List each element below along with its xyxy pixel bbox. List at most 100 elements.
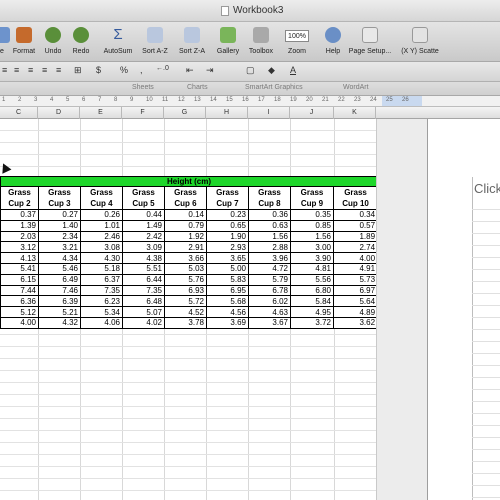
table-cell[interactable]: 3.72	[290, 316, 334, 329]
toolbox-button[interactable]: Toolbox	[245, 22, 277, 62]
table-cell[interactable]: 4.32	[38, 316, 81, 329]
table-cell[interactable]: 3.66	[164, 252, 207, 264]
table-cell[interactable]: 6.44	[122, 273, 165, 286]
column-header-cell[interactable]: Grass Cup 6	[164, 186, 207, 210]
table-cell[interactable]: 5.12	[0, 306, 39, 318]
table-cell[interactable]: 0.57	[332, 219, 379, 232]
indent-decrease-icon[interactable]: ⇤	[186, 65, 194, 76]
table-cell[interactable]: 1.90	[206, 230, 249, 243]
scatter-chart-button[interactable]: (X Y) Scatte	[397, 22, 443, 62]
table-cell[interactable]: 0.27	[38, 209, 81, 221]
table-cell[interactable]: 6.80	[290, 284, 334, 297]
table-cell[interactable]: 5.18	[80, 262, 123, 275]
percent-button[interactable]: %	[120, 65, 128, 75]
table-cell[interactable]: 6.15	[0, 273, 39, 286]
table-cell[interactable]: 0.79	[164, 219, 207, 232]
help-button[interactable]: Help	[323, 22, 343, 62]
table-cell[interactable]: 3.65	[206, 252, 249, 264]
table-cell[interactable]: 5.56	[290, 273, 334, 286]
table-cell[interactable]: 3.96	[248, 252, 291, 264]
tab-sheets[interactable]: Sheets	[132, 84, 154, 91]
table-title[interactable]: Height (cm)	[0, 176, 379, 187]
align-icon[interactable]: ≡	[2, 65, 7, 75]
table-cell[interactable]: 7.44	[0, 284, 39, 297]
fill-color-icon[interactable]: ◆	[268, 65, 275, 76]
align-center-icon[interactable]: ≡	[28, 65, 33, 75]
column-header-cell[interactable]: Grass Cup 8	[248, 186, 291, 210]
table-cell[interactable]: 5.46	[38, 262, 81, 275]
table-cell[interactable]: 0.14	[164, 209, 207, 221]
column-header[interactable]: H	[206, 107, 248, 119]
table-cell[interactable]: 7.35	[80, 284, 123, 297]
table-cell[interactable]: 2.42	[122, 230, 165, 243]
justify-icon[interactable]: ≡	[56, 65, 61, 75]
table-cell[interactable]: 4.00	[332, 252, 379, 264]
table-cell[interactable]: 6.37	[80, 273, 123, 286]
column-header-cell[interactable]: Grass Cup 4	[80, 186, 123, 210]
table-cell[interactable]: 3.90	[290, 252, 334, 264]
table-cell[interactable]: 2.93	[206, 241, 249, 254]
table-cell[interactable]: 0.63	[248, 219, 291, 232]
table-cell[interactable]: 4.52	[164, 306, 207, 318]
table-cell[interactable]: 0.85	[290, 219, 334, 232]
table-cell[interactable]: 2.34	[38, 230, 81, 243]
table-cell[interactable]: 5.21	[38, 306, 81, 318]
column-header-cell[interactable]: Grass Cup 10	[332, 186, 379, 210]
table-cell[interactable]: 0.44	[122, 209, 165, 221]
column-header[interactable]: G	[164, 107, 206, 119]
table-cell[interactable]: 3.62	[332, 316, 379, 329]
table-cell[interactable]: 3.12	[0, 241, 39, 254]
table-cell[interactable]: 0.26	[80, 209, 123, 221]
redo-button[interactable]: Redo	[68, 22, 94, 62]
column-header-cell[interactable]: Grass Cup 5	[122, 186, 165, 210]
table-cell[interactable]: 5.34	[80, 306, 123, 318]
table-cell[interactable]: 2.88	[248, 241, 291, 254]
table-cell[interactable]: 5.41	[0, 262, 39, 275]
table-cell[interactable]: 4.89	[332, 306, 379, 318]
column-header[interactable]: F	[122, 107, 164, 119]
sort-za-button[interactable]: Sort Z-A	[174, 22, 210, 62]
table-cell[interactable]: 1.49	[122, 219, 165, 232]
column-header[interactable]: I	[248, 107, 290, 119]
format-button[interactable]: Format	[10, 22, 38, 62]
table-cell[interactable]: 5.64	[332, 295, 379, 308]
table-cell[interactable]: 4.95	[290, 306, 334, 318]
column-header-cell[interactable]: Grass Cup 2	[0, 186, 39, 210]
table-cell[interactable]: 0.23	[206, 209, 249, 221]
column-header[interactable]: C	[0, 107, 38, 119]
side-page-text[interactable]: Click	[474, 181, 500, 196]
table-cell[interactable]: 3.67	[248, 316, 291, 329]
table-cell[interactable]: 4.72	[248, 262, 291, 275]
align-left-icon[interactable]: ≡	[14, 65, 19, 75]
align-right-icon[interactable]: ≡	[42, 65, 47, 75]
table-cell[interactable]: 0.65	[206, 219, 249, 232]
table-cell[interactable]: 4.63	[248, 306, 291, 318]
decimal-button[interactable]: ←.0	[156, 65, 169, 72]
table-cell[interactable]: 1.56	[248, 230, 291, 243]
table-cell[interactable]: 5.76	[164, 273, 207, 286]
table-cell[interactable]: 1.01	[80, 219, 123, 232]
table-cell[interactable]: 5.07	[122, 306, 165, 318]
comma-button[interactable]: ,	[140, 65, 143, 75]
table-cell[interactable]: 5.83	[206, 273, 249, 286]
table-cell[interactable]: 6.78	[248, 284, 291, 297]
table-cell[interactable]: 1.89	[332, 230, 379, 243]
table-cell[interactable]: 5.73	[332, 273, 379, 286]
table-cell[interactable]: 1.92	[164, 230, 207, 243]
table-cell[interactable]: 2.74	[332, 241, 379, 254]
tab-wordart[interactable]: WordArt	[343, 84, 369, 91]
table-cell[interactable]: 0.34	[332, 209, 379, 221]
merge-icon[interactable]: ⊞	[74, 65, 82, 76]
table-cell[interactable]: 6.49	[38, 273, 81, 286]
currency-icon[interactable]: $	[96, 65, 101, 75]
column-header[interactable]: J	[290, 107, 334, 119]
table-cell[interactable]: 4.30	[80, 252, 123, 264]
table-cell[interactable]: 3.00	[290, 241, 334, 254]
sort-az-button[interactable]: Sort A-Z	[139, 22, 171, 62]
zoom-control[interactable]: 100% Zoom	[282, 22, 312, 62]
table-cell[interactable]: 7.46	[38, 284, 81, 297]
table-cell[interactable]: 6.36	[0, 295, 39, 308]
table-cell[interactable]: 5.72	[164, 295, 207, 308]
column-header-cell[interactable]: Grass Cup 7	[206, 186, 249, 210]
font-color-icon[interactable]: A	[290, 65, 296, 75]
